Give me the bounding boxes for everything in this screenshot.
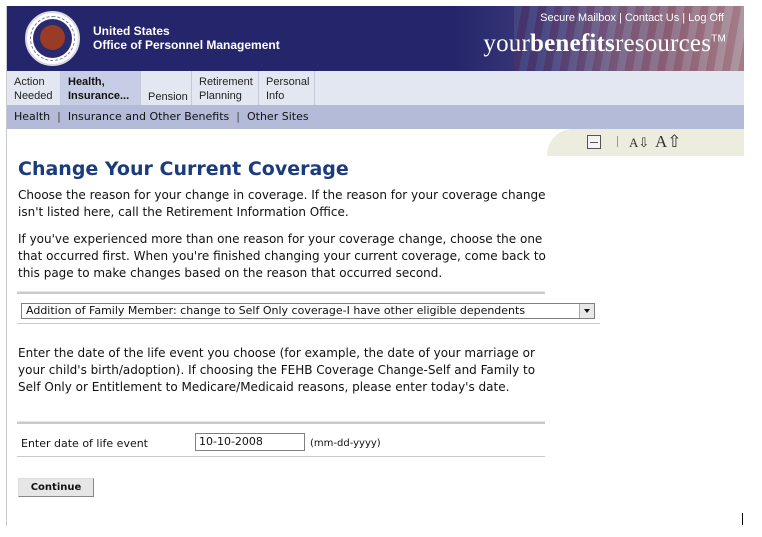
decrease-font-icon[interactable]: A⇩ <box>629 135 649 151</box>
tab-health-insurance[interactable]: Health, Insurance... <box>61 71 141 105</box>
life-event-date-input[interactable]: 10-10-2008 <box>195 433 305 451</box>
text-cursor <box>742 513 743 525</box>
contact-us-link[interactable]: Contact Us <box>625 12 679 24</box>
site-header: United States Office of Personnel Manage… <box>7 6 744 71</box>
intro-paragraph: Choose the reason for your change in cov… <box>18 188 546 219</box>
top-links: Secure Mailbox | Contact Us | Log Off <box>540 12 724 24</box>
date-format-hint: (mm-dd-yyyy) <box>310 438 381 449</box>
brand-logo: yourbenefitsresourcesTM <box>483 30 726 57</box>
printer-icon[interactable] <box>587 135 601 149</box>
log-off-link[interactable]: Log Off <box>688 12 724 24</box>
tab-action-needed[interactable]: Action Needed <box>7 71 61 105</box>
coverage-reason-select[interactable]: Addition of Family Member: change to Sel… <box>21 303 595 319</box>
divider <box>17 421 545 424</box>
page-tools: A⇩ A⇧ <box>547 129 744 156</box>
subnav-other-sites[interactable]: Other Sites <box>247 110 309 123</box>
chevron-down-icon[interactable] <box>579 304 594 318</box>
divider <box>17 323 600 324</box>
continue-button[interactable]: Continue <box>18 478 94 497</box>
life-event-instructions: Enter the date of the life event you cho… <box>18 346 536 394</box>
org-name-line1: United States <box>93 24 170 38</box>
divider <box>17 291 545 294</box>
tab-retirement-planning[interactable]: Retirement Planning <box>192 71 259 105</box>
opm-seal-logo[interactable] <box>25 11 80 66</box>
tab-personal-info[interactable]: Personal Info <box>259 71 315 105</box>
increase-font-icon[interactable]: A⇧ <box>655 132 682 152</box>
divider <box>17 456 545 457</box>
tab-pension[interactable]: Pension <box>141 71 192 105</box>
page: United States Office of Personnel Manage… <box>6 6 744 526</box>
subnav-insurance-other-benefits[interactable]: Insurance and Other Benefits <box>68 110 229 123</box>
sub-nav: Health | Insurance and Other Benefits | Othe… <box>7 105 744 129</box>
date-field-label: Enter date of life event <box>21 437 148 450</box>
page-title: Change Your Current Coverage <box>18 158 349 180</box>
secure-mailbox-link[interactable]: Secure Mailbox <box>540 12 616 24</box>
main-nav-tabs: Action Needed Health, Insurance... Pensi… <box>7 71 744 105</box>
org-name-line2: Office of Personnel Management <box>93 38 280 52</box>
eagle-icon <box>40 25 65 50</box>
subnav-health[interactable]: Health <box>14 110 50 123</box>
multiple-reasons-paragraph: If you've experienced more than one reas… <box>18 232 546 280</box>
